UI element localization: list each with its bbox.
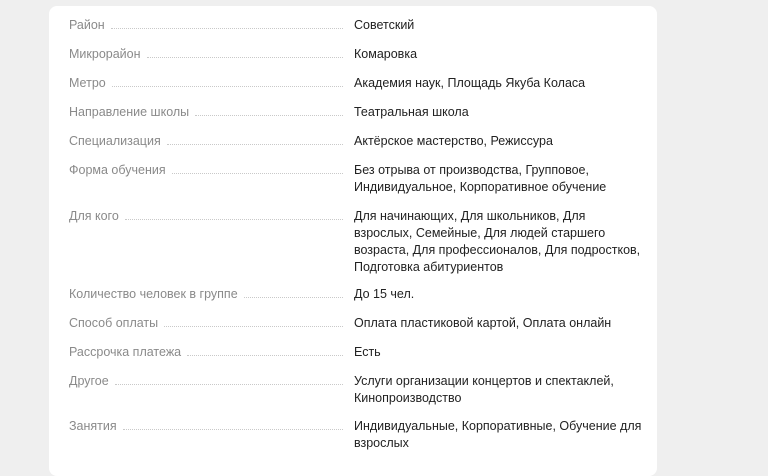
school-details-card: Район Советский Микрорайон Комаровка Мет… bbox=[49, 6, 657, 476]
detail-label: Микрорайон bbox=[69, 47, 141, 61]
detail-value: Индивидуальные, Корпоративные, Обучение … bbox=[354, 419, 642, 450]
dotted-leader bbox=[146, 57, 343, 58]
dotted-leader bbox=[195, 115, 343, 116]
detail-label: Направление школы bbox=[69, 105, 190, 119]
detail-label: Способ оплаты bbox=[69, 316, 159, 330]
detail-value: Без отрыва от производства, Групповое, И… bbox=[354, 163, 607, 194]
dotted-leader bbox=[110, 28, 343, 29]
dotted-leader bbox=[111, 86, 343, 87]
dotted-leader bbox=[243, 297, 343, 298]
detail-value: Академия наук, Площадь Якуба Коласа bbox=[354, 76, 586, 90]
detail-label: Занятия bbox=[69, 419, 117, 433]
dotted-leader bbox=[164, 326, 343, 327]
detail-value: Театральная школа bbox=[354, 105, 469, 119]
detail-value: Советский bbox=[354, 18, 415, 32]
detail-value: Актёрское мастерство, Режиссура bbox=[354, 134, 553, 148]
detail-label: Рассрочка платежа bbox=[69, 345, 182, 359]
detail-label: Количество человек в группе bbox=[69, 287, 238, 301]
detail-value: Комаровка bbox=[354, 47, 418, 61]
dotted-leader bbox=[171, 173, 343, 174]
dotted-leader bbox=[122, 429, 343, 430]
detail-label: Метро bbox=[69, 76, 106, 90]
detail-value: До 15 чел. bbox=[354, 287, 415, 301]
dotted-leader bbox=[124, 219, 343, 220]
detail-value: Есть bbox=[354, 345, 381, 359]
detail-label: Для кого bbox=[69, 209, 119, 223]
dotted-leader bbox=[114, 384, 343, 385]
detail-value: Для начинающих, Для школьников, Для взро… bbox=[354, 209, 641, 274]
detail-value: Оплата пластиковой картой, Оплата онлайн bbox=[354, 316, 612, 330]
dotted-leader bbox=[187, 355, 343, 356]
detail-value: Услуги организации концертов и спектакле… bbox=[354, 374, 614, 405]
detail-label: Форма обучения bbox=[69, 163, 166, 177]
detail-label: Специализация bbox=[69, 134, 161, 148]
dotted-leader bbox=[166, 144, 343, 145]
detail-label: Район bbox=[69, 18, 105, 32]
detail-label: Другое bbox=[69, 374, 109, 388]
